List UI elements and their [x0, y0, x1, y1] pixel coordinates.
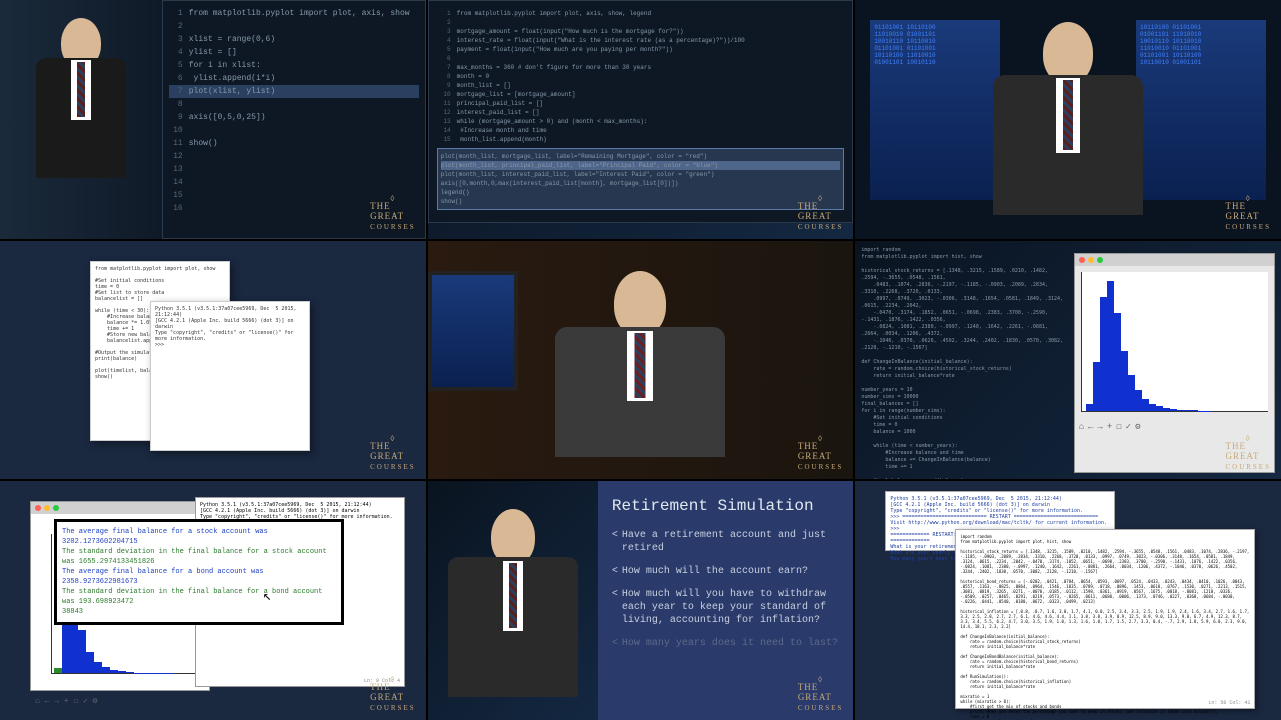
- slide-item: Have a retirement account and just retir…: [612, 529, 839, 555]
- cell-9: Python 3.5.1 (v3.5.1:37a07cee5969, Dec 5…: [855, 481, 1281, 720]
- slide-item: How many years does it need to last?: [612, 637, 839, 650]
- output-text-box: The average final balance for a stock ac…: [54, 519, 344, 625]
- cursor-icon: ↖: [263, 588, 271, 605]
- brand-logo: THEGREATCOURSES: [370, 675, 416, 712]
- editor-window-9: import random from matplotlib.pyplot imp…: [955, 529, 1255, 709]
- cell-4: from matplotlib.pyplot import plot, show…: [0, 241, 426, 480]
- brand-logo: THEGREATCOURSES: [1225, 434, 1271, 471]
- brand-logo: THEGREATCOURSES: [798, 675, 844, 712]
- brand-logo: THEGREATCOURSES: [798, 194, 844, 231]
- chart-toolbar[interactable]: ⌂←→+☐✓⚙: [1075, 418, 1274, 436]
- slide-item: How much will you have to withdraw each …: [612, 588, 839, 627]
- presenter-8: [428, 481, 598, 720]
- slide-title: Retirement Simulation: [612, 497, 839, 515]
- shell-window: Python 3.5.1 (v3.5.1:37a07cee5969, Dec 5…: [150, 301, 310, 451]
- cell-1: 1from matplotlib.pyplot import plot, axi…: [0, 0, 426, 239]
- slide-item: How much will the account earn?: [612, 565, 839, 578]
- code-panel-2: 1from matplotlib.pyplot import plot, axi…: [428, 0, 854, 223]
- presenter-center: [855, 0, 1281, 239]
- cell-8: Retirement Simulation Have a retirement …: [428, 481, 854, 720]
- brand-logo: THEGREATCOURSES: [370, 434, 416, 471]
- brand-logo: THEGREATCOURSES: [798, 434, 844, 471]
- chart-titlebar: [1075, 254, 1274, 266]
- brand-logo: THEGREATCOURSES: [370, 194, 416, 231]
- cell-2: 1from matplotlib.pyplot import plot, axi…: [428, 0, 854, 239]
- histogram-chart: [1081, 272, 1268, 412]
- code-panel-6: import random from matplotlib.pyplot imp…: [855, 241, 1073, 480]
- cell-6: import random from matplotlib.pyplot imp…: [855, 241, 1281, 480]
- cell-5: THEGREATCOURSES: [428, 241, 854, 480]
- cell-3: 01101001 1011010011010010 01001101100101…: [855, 0, 1281, 239]
- presenter-left: [0, 0, 162, 239]
- office-screen: [428, 271, 518, 391]
- cell-7: ⌂ ← → + ☐ ✓ ⚙ Python 3.5.1 (v3.5.1:37a07…: [0, 481, 426, 720]
